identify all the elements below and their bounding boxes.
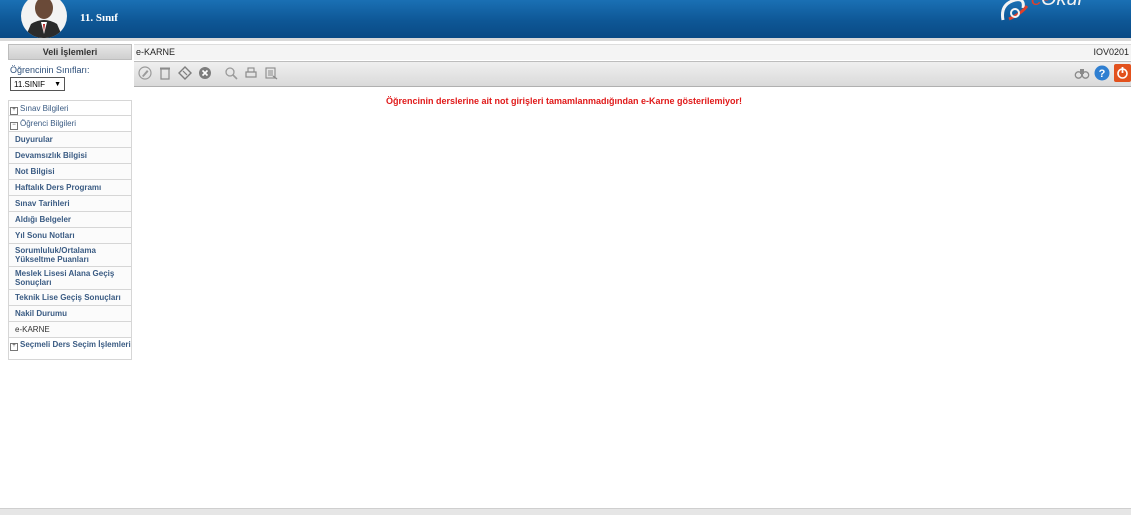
sidebar-group-secmeli[interactable]: + Seçmeli Ders Seçim İşlemleri	[8, 338, 132, 360]
delete-icon[interactable]	[158, 66, 172, 80]
grade-title: 11. Sınıf	[80, 12, 118, 24]
sidebar-group-label: Sınav Bilgileri	[20, 104, 69, 113]
cancel-icon[interactable]	[198, 66, 212, 80]
expand-icon: +	[10, 343, 18, 351]
help-icon[interactable]: ?	[1094, 65, 1110, 81]
sidebar-item-ders-programi[interactable]: Haftalık Ders Programı	[8, 180, 132, 196]
sidebar-item-meslek-lisesi[interactable]: Meslek Lisesi Alana Geçiş Sonuçları	[8, 267, 132, 290]
binoculars-icon[interactable]	[1074, 65, 1090, 81]
edit-icon[interactable]	[138, 66, 152, 80]
sidebar-group-ogrenci[interactable]: − Öğrenci Bilgileri	[8, 116, 132, 132]
sidebar-group-label: Öğrenci Bilgileri	[20, 119, 77, 128]
sidebar-item-nakil[interactable]: Nakil Durumu	[8, 306, 132, 322]
collapse-icon: −	[10, 122, 18, 130]
sidebar-title: Veli İşlemleri	[8, 44, 132, 60]
sidebar-item-sorumluluk[interactable]: Sorumluluk/Ortalama Yükseltme Puanları	[8, 244, 132, 267]
sidebar: Veli İşlemleri Öğrencinin Sınıfları: 11.…	[8, 44, 132, 364]
class-select[interactable]: 11.SINIF ▼	[10, 77, 65, 91]
sidebar-item-not[interactable]: Not Bilgisi	[8, 164, 132, 180]
print-icon[interactable]	[244, 66, 258, 80]
exit-icon[interactable]	[1114, 64, 1131, 82]
page-titlebar: e-KARNE IOV0201	[134, 44, 1131, 60]
class-label: Öğrencinin Sınıfları:	[10, 65, 90, 75]
sidebar-item-sinav-tarihleri[interactable]: Sınav Tarihleri	[8, 196, 132, 212]
toolbar: ?	[134, 61, 1131, 87]
sidebar-item-duyurular[interactable]: Duyurular	[8, 132, 132, 148]
sidebar-menu: + Sınav Bilgileri − Öğrenci Bilgileri Duyu…	[8, 100, 132, 360]
error-message: Öğrencinin derslerine ait not girişleri …	[385, 96, 743, 106]
sidebar-group-sinav[interactable]: + Sınav Bilgileri	[8, 100, 132, 116]
svg-text:?: ?	[1099, 68, 1106, 80]
header-divider	[0, 38, 1131, 41]
top-header: 11. Sınıf e- Okul	[0, 0, 1131, 38]
sidebar-item-belgeler[interactable]: Aldığı Belgeler	[8, 212, 132, 228]
class-select-value: 11.SINIF	[14, 80, 45, 89]
search-icon[interactable]	[224, 66, 238, 80]
diamond-icon[interactable]	[178, 66, 192, 80]
page-code: IOV0201	[1093, 47, 1129, 57]
export-icon[interactable]	[264, 66, 278, 80]
page-title: e-KARNE	[136, 47, 176, 57]
chevron-down-icon: ▼	[54, 81, 61, 88]
logo-text: Okul	[1041, 0, 1082, 11]
sidebar-item-teknik-lise[interactable]: Teknik Lise Geçiş Sonuçları	[8, 290, 132, 306]
sidebar-item-devamsizlik[interactable]: Devamsızlık Bilgisi	[8, 148, 132, 164]
expand-icon: +	[10, 107, 18, 115]
student-avatar	[21, 0, 67, 38]
sidebar-item-ekarne[interactable]: e-KARNE	[8, 322, 132, 338]
sidebar-item-yil-sonu[interactable]: Yıl Sonu Notları	[8, 228, 132, 244]
sidebar-group-label: Seçmeli Ders Seçim İşlemleri	[20, 340, 131, 349]
